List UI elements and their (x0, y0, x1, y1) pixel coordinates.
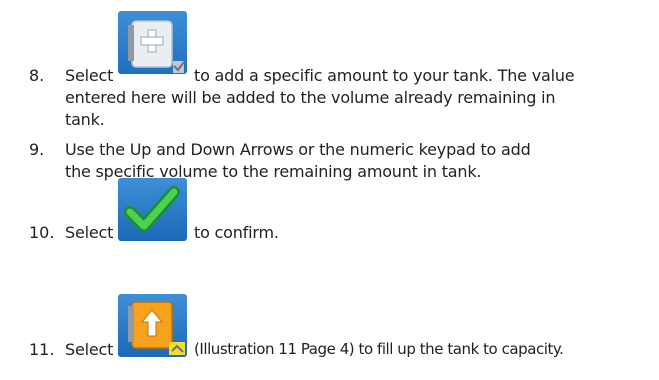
step-10-number: 10. (29, 223, 55, 242)
checkmark-confirm-icon (118, 178, 187, 241)
step-11-text: (Illustration 11 Page 4) to fill up the … (194, 340, 564, 358)
step-8-text-3: tank. (65, 110, 105, 129)
step-9-text-1: Use the Up and Down Arrows or the numeri… (65, 140, 531, 159)
step-9-number: 9. (29, 140, 45, 159)
step-11-number: 11. (29, 340, 55, 359)
step-8-text-1: to add a specific amount to your tank. T… (194, 66, 575, 85)
tank-add-volume-icon (118, 11, 187, 74)
step-11-select-text: Select (65, 340, 114, 359)
step-8-number: 8. (29, 66, 45, 85)
step-10-select-text: Select (65, 223, 114, 242)
step-8-select-text: Select (65, 66, 114, 85)
step-8-text-2: entered here will be added to the volume… (65, 88, 556, 107)
tank-fill-up-icon (118, 294, 187, 357)
step-10-text: to confirm. (194, 223, 279, 242)
